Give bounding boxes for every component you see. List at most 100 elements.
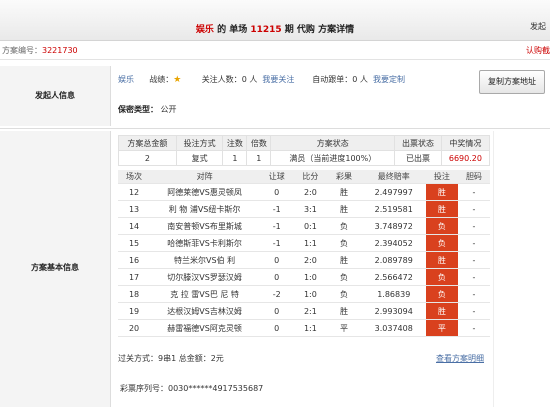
cell-no: 16	[118, 251, 151, 269]
cell-handicap: -1	[259, 234, 295, 252]
view-details-link[interactable]: 查看方案明细	[436, 353, 484, 364]
cell-score: 1:1	[294, 234, 327, 252]
column-header: 投注	[425, 170, 458, 184]
cell-banker: -	[457, 268, 490, 286]
column-header: 出票状态	[394, 135, 442, 151]
column-header: 最终赔率	[361, 170, 426, 184]
cell-result: 胜	[326, 302, 362, 320]
cell-odds: 2.394052	[361, 234, 426, 252]
cell-handicap: -2	[259, 285, 295, 303]
divider	[493, 131, 494, 407]
cell-score: 2:0	[294, 183, 327, 201]
table-row: 20 赫雷福德VS阿克灵顿 0 1:1 平 3.037408 平 -	[118, 319, 490, 337]
follow-link[interactable]: 我要关注	[262, 75, 294, 84]
cell-no: 12	[118, 183, 151, 201]
divider	[0, 128, 550, 129]
subscribe-deadline-link[interactable]: 认购截	[526, 45, 550, 56]
plan-number: 方案编号：3221730	[2, 46, 78, 55]
cell-teams: 赫雷福德VS阿克灵顿	[150, 319, 260, 337]
column-header: 注数	[222, 135, 248, 151]
cell-banker: -	[457, 251, 490, 269]
cell-odds: 2.519581	[361, 200, 426, 218]
cell-result: 负	[326, 234, 362, 252]
cell-teams: 阿德莱德VS惠灵顿凤	[150, 183, 260, 201]
cell-handicap: 0	[259, 183, 295, 201]
basic-info-section-header: 方案基本信息	[0, 131, 111, 407]
column-header: 让球	[259, 170, 295, 184]
star-icon: ★	[173, 75, 182, 85]
cell-no: 17	[118, 268, 151, 286]
cell-handicap: -1	[259, 200, 295, 218]
column-header: 胆码	[457, 170, 490, 184]
cell-bet: 胜	[425, 183, 458, 201]
column-header: 彩果	[326, 170, 362, 184]
cell-score: 2:1	[294, 302, 327, 320]
cell-teams: 达根汉姆VS吉林汉姆	[150, 302, 260, 320]
cell-handicap: 0	[259, 268, 295, 286]
cell-score: 0:1	[294, 217, 327, 235]
cell-odds: 3.748972	[361, 217, 426, 235]
username-link[interactable]: 娱乐	[118, 75, 134, 84]
pass-info: 过关方式：9串1 总金额：2元 查看方案明细	[118, 353, 484, 364]
table-row: 14 南安普顿VS布里斯城 -1 0:1 负 3.748972 负 -	[118, 217, 490, 235]
cell-score: 1:0	[294, 268, 327, 286]
cell-no: 13	[118, 200, 151, 218]
cell-no: 18	[118, 285, 151, 303]
cell-no: 20	[118, 319, 151, 337]
customize-link[interactable]: 我要定制	[373, 75, 405, 84]
initiator-section-header: 发起人信息	[0, 66, 111, 126]
column-header: 场次	[118, 170, 151, 184]
column-header: 方案总金额	[118, 135, 177, 151]
cell-result: 负	[326, 268, 362, 286]
initiator-info: 娱乐 战绩：★ 关注人数：0 人 我要关注 自动跟单：0 人 我要定制	[118, 75, 405, 85]
cell-teams: 克 拉 雷VS巴 尼 特	[150, 285, 260, 303]
cell-bet: 胜	[425, 251, 458, 269]
cell-teams: 哈德斯菲VS卡利斯尔	[150, 234, 260, 252]
table-row: 16 特兰米尔VS伯 利 0 2:0 胜 2.089789 胜 -	[118, 251, 490, 269]
cell-no: 14	[118, 217, 151, 235]
plan-summary-table: 方案总金额 投注方式 注数 倍数 方案状态 出票状态 中奖情况 2 复式 1 1…	[118, 135, 491, 166]
table-row: 13 利 物 浦VS纽卡斯尔 -1 3:1 胜 2.519581 胜 -	[118, 200, 490, 218]
cell-banker: -	[457, 234, 490, 252]
cell-score: 1:0	[294, 285, 327, 303]
initiator-link[interactable]: 发起	[530, 21, 546, 32]
cell-result: 负	[326, 285, 362, 303]
table-row: 2 复式 1 1 满员（当前进度100%） 已出票 6690.20	[118, 150, 491, 166]
cell-teams: 南安普顿VS布里斯城	[150, 217, 260, 235]
cell-handicap: 0	[259, 302, 295, 320]
page-title: 娱乐 的 单场 11215 期 代购 方案详情	[195, 25, 355, 35]
cell-odds: 2.566472	[361, 268, 426, 286]
column-header: 投注方式	[175, 135, 224, 151]
title-bar: 娱乐 的 单场 11215 期 代购 方案详情 发起	[0, 0, 550, 41]
cell-teams: 特兰米尔VS伯 利	[150, 251, 260, 269]
column-header: 中奖情况	[440, 135, 491, 151]
cell-score: 3:1	[294, 200, 327, 218]
cell-no: 15	[118, 234, 151, 252]
plan-bar: 方案编号：3221730 认购截	[0, 41, 550, 60]
cell-teams: 利 物 浦VS纽卡斯尔	[150, 200, 260, 218]
cell-banker: -	[457, 200, 490, 218]
cell-result: 平	[326, 319, 362, 337]
cell-odds: 2.089789	[361, 251, 426, 269]
cell-bet: 负	[425, 234, 458, 252]
cell-handicap: 0	[259, 251, 295, 269]
cell-banker: -	[457, 217, 490, 235]
copy-plan-address-button[interactable]: 复制方案地址	[479, 70, 545, 94]
cell-result: 胜	[326, 251, 362, 269]
column-header: 对阵	[150, 170, 260, 184]
cell-no: 19	[118, 302, 151, 320]
cell-bet: 胜	[425, 302, 458, 320]
match-table: 场次 对阵 让球 比分 彩果 最终赔率 投注 胆码 12 阿德莱德VS惠灵顿凤 0 2…	[118, 170, 490, 337]
table-row: 12 阿德莱德VS惠灵顿凤 0 2:0 胜 2.497997 胜 -	[118, 183, 490, 201]
ticket-serial: 彩票序列号：0030******4917535687	[120, 384, 264, 393]
table-row: 15 哈德斯菲VS卡利斯尔 -1 1:1 负 2.394052 负 -	[118, 234, 490, 252]
cell-bet: 胜	[425, 200, 458, 218]
cell-odds: 3.037408	[361, 319, 426, 337]
cell-banker: -	[457, 285, 490, 303]
cell-result: 胜	[326, 183, 362, 201]
table-row: 19 达根汉姆VS吉林汉姆 0 2:1 胜 2.993094 胜 -	[118, 302, 490, 320]
cell-odds: 2.497997	[361, 183, 426, 201]
column-header: 比分	[294, 170, 327, 184]
cell-odds: 2.993094	[361, 302, 426, 320]
cell-bet: 负	[425, 268, 458, 286]
